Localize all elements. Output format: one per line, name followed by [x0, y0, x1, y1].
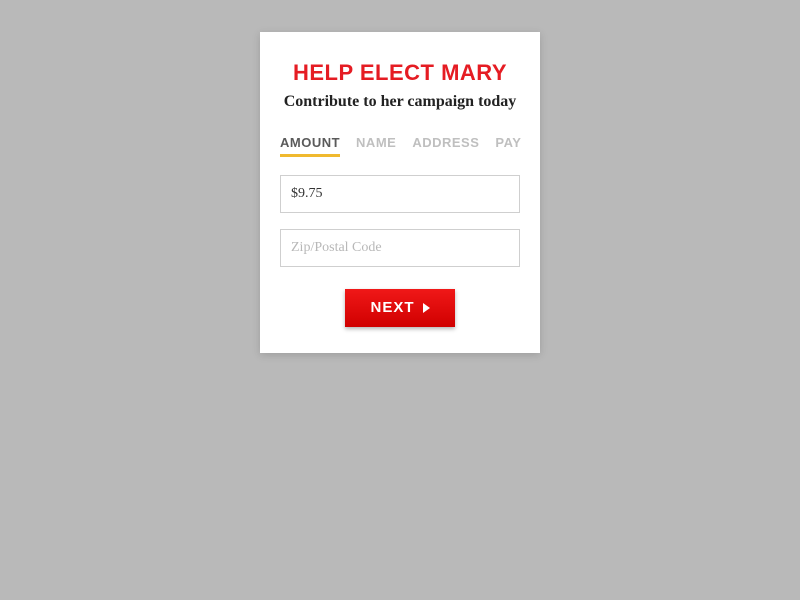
next-button[interactable]: NEXT — [345, 289, 455, 327]
tab-address[interactable]: ADDRESS — [412, 135, 479, 157]
play-icon — [423, 303, 430, 313]
tab-pay[interactable]: PAY — [495, 135, 521, 157]
next-button-label: NEXT — [370, 299, 414, 316]
donation-card: HELP ELECT MARY Contribute to her campai… — [260, 32, 540, 353]
zip-input[interactable] — [280, 229, 520, 267]
tab-amount[interactable]: AMOUNT — [280, 135, 340, 157]
page-subtitle: Contribute to her campaign today — [280, 92, 520, 113]
page-title: HELP ELECT MARY — [280, 60, 520, 86]
tab-name[interactable]: NAME — [356, 135, 396, 157]
amount-input[interactable] — [280, 175, 520, 213]
step-tabs: AMOUNT NAME ADDRESS PAY — [280, 135, 520, 157]
